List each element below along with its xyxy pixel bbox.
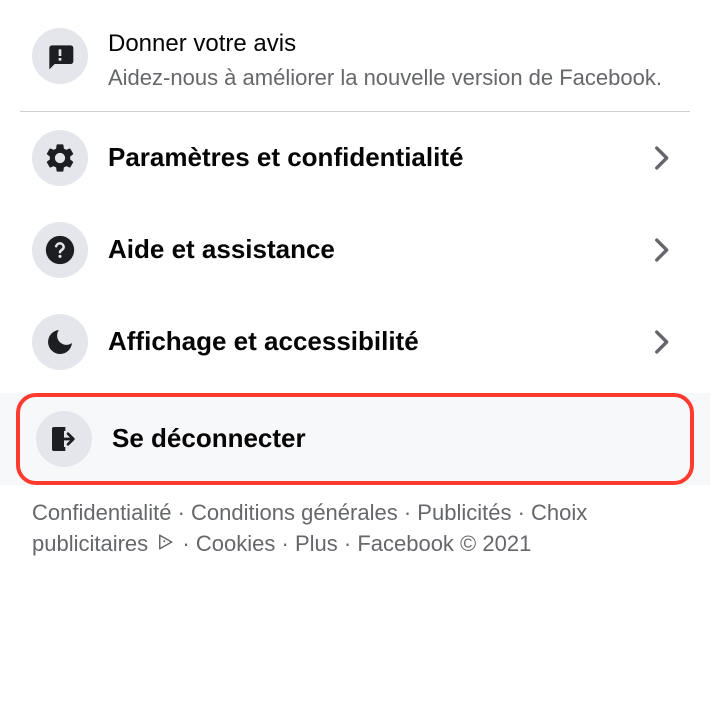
help-support-item[interactable]: Aide et assistance bbox=[0, 204, 710, 296]
chevron-right-icon bbox=[644, 325, 678, 359]
settings-privacy-item[interactable]: Paramètres et confidentialité bbox=[0, 112, 710, 204]
footer-privacy[interactable]: Confidentialité bbox=[32, 500, 171, 525]
chevron-right-icon bbox=[644, 233, 678, 267]
footer-ads[interactable]: Publicités bbox=[417, 500, 511, 525]
feedback-subtitle: Aidez-nous à améliorer la nouvelle versi… bbox=[108, 63, 678, 93]
feedback-item[interactable]: Donner votre avis Aidez-nous à améliorer… bbox=[0, 10, 710, 111]
adchoices-icon bbox=[156, 529, 174, 560]
chevron-right-icon bbox=[644, 141, 678, 175]
feedback-icon bbox=[32, 28, 88, 84]
display-label: Affichage et accessibilité bbox=[108, 326, 624, 357]
logout-label: Se déconnecter bbox=[112, 423, 674, 454]
help-icon bbox=[32, 222, 88, 278]
gear-icon bbox=[32, 130, 88, 186]
footer-cookies[interactable]: Cookies bbox=[196, 531, 275, 556]
logout-item[interactable]: Se déconnecter bbox=[20, 397, 690, 481]
logout-highlight: Se déconnecter bbox=[16, 393, 694, 485]
footer-terms[interactable]: Conditions générales bbox=[191, 500, 398, 525]
footer: Confidentialité · Conditions générales ·… bbox=[0, 490, 710, 568]
logout-icon bbox=[36, 411, 92, 467]
help-label: Aide et assistance bbox=[108, 234, 624, 265]
moon-icon bbox=[32, 314, 88, 370]
feedback-title: Donner votre avis bbox=[108, 28, 678, 59]
footer-copyright: Facebook © 2021 bbox=[357, 531, 531, 556]
footer-more[interactable]: Plus bbox=[295, 531, 338, 556]
settings-label: Paramètres et confidentialité bbox=[108, 142, 624, 173]
display-accessibility-item[interactable]: Affichage et accessibilité bbox=[0, 296, 710, 388]
